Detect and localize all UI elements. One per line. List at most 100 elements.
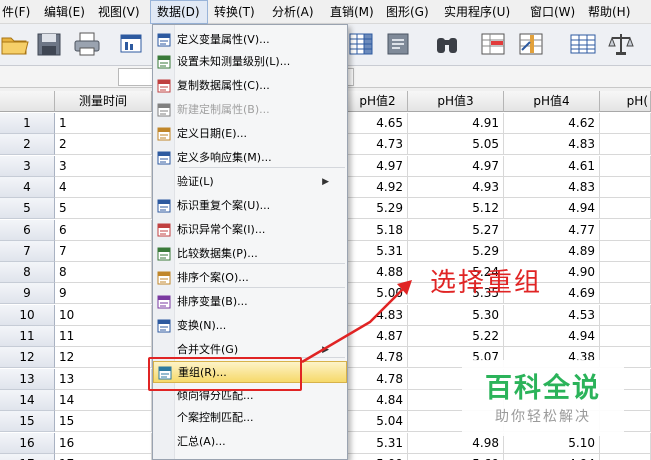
menu-item-multiple-response[interactable]: 定义多响应集(M)...	[153, 147, 347, 169]
menu-window[interactable]: 窗口(W)	[524, 0, 582, 24]
table-cell-ph3[interactable]: 5.05	[408, 134, 504, 156]
table-cell-ph4[interactable]: 4.94	[504, 326, 600, 347]
row-number[interactable]: 17	[0, 453, 55, 460]
table-cell-t[interactable]: 10	[55, 304, 152, 326]
menu-graphs[interactable]: 图形(G)	[380, 0, 438, 24]
menu-item-duplicate-cases[interactable]: 标识重复个案(U)...	[153, 195, 347, 217]
table-cell-t[interactable]: 2	[55, 134, 152, 156]
menu-item-sort-cases[interactable]: 排序个案(O)...	[153, 267, 347, 289]
table-cell-ph4[interactable]: 4.53	[504, 304, 600, 326]
menu-item-plain-17[interactable]: 汇总(A)...	[153, 431, 347, 453]
find-binoculars-icon[interactable]	[432, 30, 462, 58]
goto-case-icon[interactable]	[384, 30, 414, 58]
table-cell-ph5[interactable]	[600, 176, 651, 198]
menu-item-copy-properties[interactable]: 复制数据属性(C)...	[153, 75, 347, 97]
table-cell-ph3[interactable]: 5.60	[408, 453, 504, 460]
table-cell-ph2[interactable]: 5.00	[348, 283, 408, 305]
table-cell-ph5[interactable]	[600, 283, 651, 305]
menu-item-sort-variables[interactable]: 排序变量(B)...	[153, 291, 347, 313]
menu-item-measure-level[interactable]: 设置未知测量级别(L)...	[153, 51, 347, 73]
row-number[interactable]: 14	[0, 389, 55, 411]
table-cell-ph2[interactable]: 5.31	[348, 240, 408, 262]
menu-item-unusual-cases[interactable]: 标识异常个案(I)...	[153, 219, 347, 241]
menu-transform[interactable]: 转换(T)	[208, 0, 266, 24]
table-cell-ph5[interactable]	[600, 134, 651, 156]
table-cell-ph2[interactable]: 4.97	[348, 155, 408, 177]
row-number[interactable]: 12	[0, 347, 55, 369]
menu-item-define-dates[interactable]: 定义日期(E)...	[153, 123, 347, 145]
print-icon[interactable]	[72, 30, 102, 58]
row-number[interactable]: 15	[0, 411, 55, 433]
table-cell-t[interactable]: 9	[55, 283, 152, 305]
menu-item-define-properties[interactable]: 定义变量属性(V)...	[153, 29, 347, 51]
table-cell-ph5[interactable]	[600, 219, 651, 241]
table-cell-ph5[interactable]	[600, 198, 651, 220]
column-header-ph2[interactable]: pH值2	[348, 91, 408, 112]
table-cell-t[interactable]: 12	[55, 347, 152, 369]
table-cell-ph3[interactable]: 5.29	[408, 240, 504, 262]
split-file-icon[interactable]	[568, 30, 598, 58]
table-cell-ph2[interactable]: 4.65	[348, 113, 408, 134]
table-cell-ph5[interactable]	[600, 304, 651, 326]
table-cell-ph2[interactable]: 4.78	[348, 347, 408, 369]
menu-item-compare-datasets[interactable]: 比较数据集(P)...	[153, 243, 347, 265]
table-cell-ph4[interactable]: 4.94	[504, 198, 600, 220]
table-cell-ph3[interactable]: 4.97	[408, 155, 504, 177]
column-header-ph3[interactable]: pH值3	[408, 91, 504, 112]
menu-help[interactable]: 帮助(H)	[582, 0, 640, 24]
table-cell-ph3[interactable]: 4.93	[408, 176, 504, 198]
menu-analyze[interactable]: 分析(A)	[266, 0, 324, 24]
table-cell-t[interactable]: 4	[55, 176, 152, 198]
menu-item-plain-6[interactable]: 验证(L) ▶	[153, 171, 347, 193]
row-number[interactable]: 5	[0, 198, 55, 220]
table-cell-t[interactable]: 16	[55, 432, 152, 454]
table-cell-t[interactable]: 15	[55, 411, 152, 433]
table-cell-t[interactable]: 3	[55, 155, 152, 177]
table-cell-ph2[interactable]: 5.04	[348, 411, 408, 433]
row-number[interactable]: 6	[0, 219, 55, 241]
table-cell-ph3[interactable]: 5.27	[408, 219, 504, 241]
column-header-ph4[interactable]: pH值4	[504, 91, 600, 112]
menu-edit[interactable]: 编辑(E)	[38, 0, 92, 24]
table-cell-ph4[interactable]: 4.83	[504, 176, 600, 198]
table-cell-t[interactable]: 14	[55, 389, 152, 411]
table-cell-ph4[interactable]: 4.62	[504, 113, 600, 134]
save-icon[interactable]	[34, 30, 64, 58]
table-cell-ph2[interactable]: 4.83	[348, 304, 408, 326]
table-cell-ph4[interactable]: 4.89	[504, 240, 600, 262]
menu-utilities[interactable]: 实用程序(U)	[438, 0, 524, 24]
table-cell-ph2[interactable]: 5.31	[348, 432, 408, 454]
table-cell-ph4[interactable]: 4.94	[504, 453, 600, 460]
table-cell-t[interactable]: 11	[55, 326, 152, 347]
row-number[interactable]: 2	[0, 134, 55, 156]
menu-direct-marketing[interactable]: 直销(M)	[324, 0, 380, 24]
table-cell-ph2[interactable]: 4.84	[348, 389, 408, 411]
menu-file[interactable]: 件(F)	[0, 0, 38, 24]
menu-item-transpose[interactable]: 变换(N)...	[153, 315, 347, 337]
dialog-recall-icon[interactable]	[118, 30, 148, 58]
table-cell-ph5[interactable]	[600, 262, 651, 284]
column-header-ph5[interactable]: pH(	[600, 91, 651, 112]
table-cell-ph2[interactable]: 4.87	[348, 326, 408, 347]
table-cell-t[interactable]: 5	[55, 198, 152, 220]
table-cell-ph2[interactable]: 5.18	[348, 219, 408, 241]
table-cell-ph4[interactable]: 4.77	[504, 219, 600, 241]
table-cell-ph5[interactable]	[600, 240, 651, 262]
table-cell-ph5[interactable]	[600, 453, 651, 460]
table-cell-ph2[interactable]: 4.73	[348, 134, 408, 156]
table-cell-ph2[interactable]: 4.92	[348, 176, 408, 198]
table-cell-ph2[interactable]: 5.09	[348, 453, 408, 460]
row-number[interactable]: 3	[0, 155, 55, 177]
table-cell-ph3[interactable]: 5.22	[408, 326, 504, 347]
variables-grid-icon[interactable]	[346, 30, 376, 58]
row-number[interactable]: 11	[0, 326, 55, 347]
table-cell-ph4[interactable]: 4.83	[504, 134, 600, 156]
open-folder-icon[interactable]	[0, 30, 30, 58]
row-number[interactable]: 13	[0, 368, 55, 390]
menu-item-plain-16[interactable]: 个案控制匹配...	[153, 407, 347, 429]
table-cell-ph3[interactable]: 5.30	[408, 304, 504, 326]
table-cell-ph2[interactable]: 4.88	[348, 262, 408, 284]
table-cell-ph4[interactable]: 4.61	[504, 155, 600, 177]
table-cell-t[interactable]: 1	[55, 113, 152, 134]
menu-view[interactable]: 视图(V)	[92, 0, 150, 24]
